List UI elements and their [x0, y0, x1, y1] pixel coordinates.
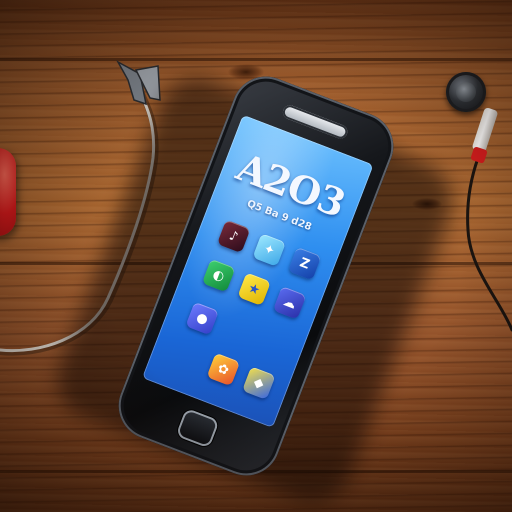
- photo-scene: A2O3 Q5 Ba 9 d28 ♪ ✦ Z ◐ ★ ☁ ● ✿ ◆: [0, 0, 512, 512]
- vignette-overlay: [0, 0, 512, 512]
